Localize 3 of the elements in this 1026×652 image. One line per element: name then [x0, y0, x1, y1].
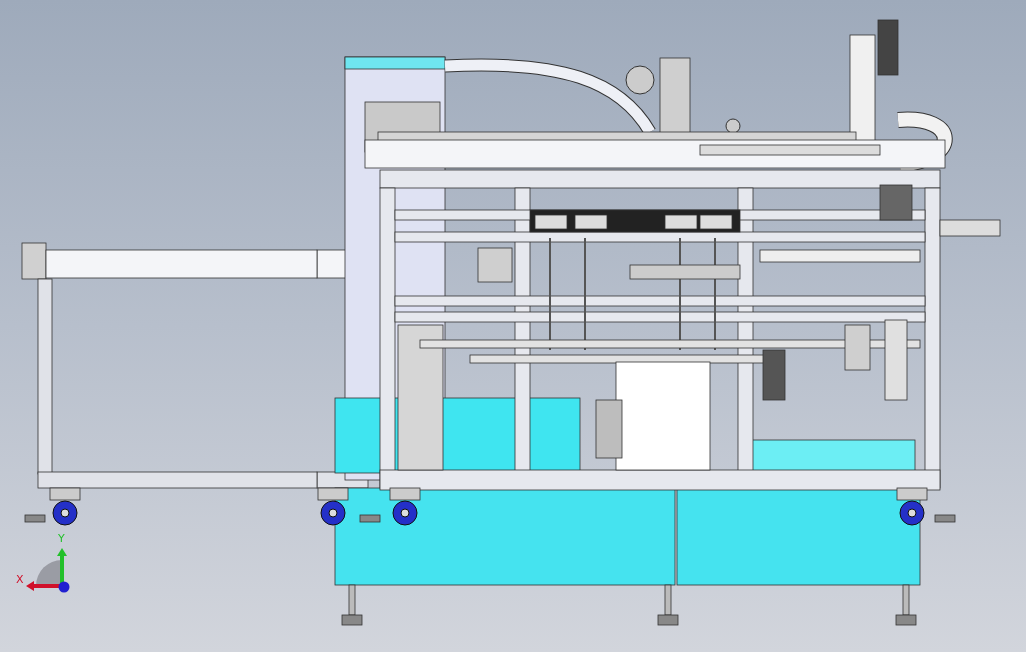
- origin-dot-icon: [58, 581, 70, 593]
- axis-label: X: [16, 574, 24, 586]
- axis-label: Y: [58, 533, 65, 545]
